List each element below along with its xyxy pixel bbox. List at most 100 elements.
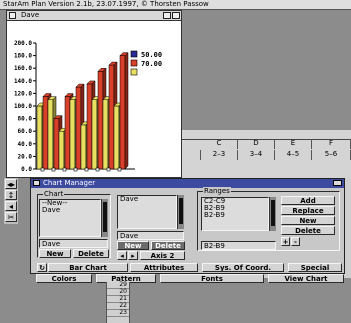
scroll-knob[interactable] bbox=[103, 202, 107, 232]
bar bbox=[102, 99, 109, 170]
bar bbox=[69, 99, 76, 170]
colors-button[interactable]: Colors bbox=[36, 274, 92, 283]
ranges-list-scrollbar[interactable] bbox=[269, 197, 276, 231]
legend-swatch bbox=[130, 68, 138, 76]
sheet-col-letter: C bbox=[201, 139, 238, 149]
sheet-col-header: 5–6 bbox=[312, 150, 351, 160]
sys-coord-button[interactable]: Sys. Of Coord. bbox=[202, 263, 284, 272]
sheet-col-header: 3–4 bbox=[238, 150, 275, 160]
y-tick-label: 180.0 bbox=[14, 53, 32, 60]
close-icon[interactable] bbox=[33, 180, 40, 186]
sheet-col-header: 2–3 bbox=[201, 150, 238, 160]
depth-icon[interactable] bbox=[172, 12, 180, 19]
bar bbox=[64, 96, 71, 170]
ranges-list[interactable]: C2-C9 B2-B9 B2-B9 bbox=[201, 197, 269, 231]
bar bbox=[97, 71, 104, 170]
y-tick-label: 0.0 bbox=[21, 166, 32, 173]
range-field[interactable]: B2-B9 bbox=[201, 241, 276, 250]
minus-button[interactable]: - bbox=[291, 237, 300, 246]
y-tick-label: 160.0 bbox=[14, 65, 32, 72]
zoom-icon[interactable] bbox=[163, 12, 171, 19]
sheet-col-letter: F bbox=[312, 139, 351, 149]
x-marker bbox=[117, 167, 122, 172]
y-tick-label: 120.0 bbox=[14, 90, 32, 97]
bar bbox=[53, 118, 60, 170]
row-number: 23 bbox=[107, 310, 129, 317]
side-toolbar: ◂▸ ↕ ◂ ✂ bbox=[4, 178, 18, 224]
y-tick-label: 80.0 bbox=[18, 116, 33, 123]
list-item[interactable]: Dave bbox=[118, 196, 176, 203]
tool-button[interactable]: ↕ bbox=[5, 190, 17, 200]
chart-list[interactable]: --New-- Dave bbox=[39, 199, 101, 237]
fonts-button[interactable]: Fonts bbox=[160, 274, 264, 283]
chart-manager-window: Chart Manager Chart --New-- Dave Dave Ne… bbox=[30, 178, 345, 274]
close-icon[interactable] bbox=[9, 12, 16, 19]
axis-name-field[interactable]: Dave bbox=[117, 231, 184, 240]
plus-button[interactable]: + bbox=[281, 237, 290, 246]
row-number-column: 29 20 21 22 23 bbox=[106, 282, 130, 323]
axis-cycle-icon[interactable]: ◂ bbox=[117, 251, 127, 260]
y-tick-label: 40.0 bbox=[18, 141, 33, 148]
chart-manager-title[interactable]: Chart Manager bbox=[31, 179, 344, 188]
list-item[interactable]: Dave bbox=[40, 207, 100, 214]
bar bbox=[119, 55, 126, 170]
chart-window-title: Dave bbox=[21, 11, 40, 19]
bar bbox=[36, 105, 43, 170]
chart-window-titlebar[interactable]: Dave bbox=[7, 11, 181, 21]
axis-cycle-icon[interactable]: ▸ bbox=[128, 251, 138, 260]
ranges-delete-button[interactable]: Delete bbox=[281, 226, 335, 235]
cycle-icon[interactable]: ↻ bbox=[37, 263, 47, 272]
legend-swatch bbox=[130, 59, 138, 67]
y-tick-label: 100.0 bbox=[14, 103, 32, 110]
bar bbox=[108, 64, 115, 170]
chart-type-selector[interactable]: Bar Chart bbox=[48, 263, 128, 272]
special-button[interactable]: Special bbox=[288, 263, 342, 272]
bar-chart: 200.0 180.0 160.0 140.0 120.0 100.0 80.0 60.0 40… bbox=[14, 40, 162, 173]
scroll-knob[interactable] bbox=[179, 198, 183, 224]
bar bbox=[113, 105, 120, 170]
axis-list[interactable]: Dave bbox=[117, 195, 177, 229]
chart-name-field[interactable]: Dave bbox=[39, 239, 108, 248]
add-button[interactable]: Add bbox=[281, 196, 335, 205]
sheet-col-letter: E bbox=[275, 139, 312, 149]
ranges-new-button[interactable]: New bbox=[281, 216, 335, 225]
x-marker bbox=[95, 167, 100, 172]
bar bbox=[47, 99, 54, 170]
tool-button[interactable]: ◂▸ bbox=[5, 179, 17, 189]
ranges-frame-label: Ranges bbox=[203, 187, 231, 195]
x-marker bbox=[51, 167, 56, 172]
x-marker bbox=[40, 167, 45, 172]
sheet-col-header bbox=[181, 150, 201, 160]
new-button[interactable]: New bbox=[39, 249, 71, 258]
bar bbox=[75, 86, 82, 170]
legend-swatch bbox=[130, 50, 138, 58]
bar bbox=[86, 83, 93, 170]
x-marker bbox=[73, 167, 78, 172]
axis-selector[interactable]: Axis 2 bbox=[140, 251, 185, 260]
chart-list-scrollbar[interactable] bbox=[101, 199, 108, 237]
tool-button[interactable]: ✂ bbox=[5, 212, 17, 222]
axis-delete-button[interactable]: Delete bbox=[151, 241, 185, 250]
axis-new-button[interactable]: New bbox=[117, 241, 149, 250]
x-marker bbox=[84, 167, 89, 172]
depth-icon[interactable] bbox=[333, 180, 342, 186]
screen-title-bar: StarAm Plan Version 2.1b, 23.07.1997, © … bbox=[0, 0, 351, 10]
scroll-knob[interactable] bbox=[271, 200, 275, 226]
chart-frame-label: Chart bbox=[43, 190, 65, 198]
attributes-button[interactable]: Attributes bbox=[130, 263, 198, 272]
legend-label: 50.00 bbox=[141, 51, 162, 59]
chart-window: Dave 200.0 180.0 160.0 140.0 120.0 100.0 80.0 6… bbox=[6, 10, 182, 178]
bar bbox=[58, 130, 65, 170]
bar-side bbox=[124, 51, 129, 170]
bar bbox=[91, 99, 98, 170]
delete-button[interactable]: Delete bbox=[73, 249, 109, 258]
view-chart-button[interactable]: View Chart bbox=[268, 274, 344, 283]
spreadsheet: 2–3 3–4 4–5 5–6 C D E F bbox=[181, 130, 351, 178]
bar bbox=[80, 124, 87, 170]
replace-button[interactable]: Replace bbox=[281, 206, 335, 215]
tool-button[interactable]: ◂ bbox=[5, 201, 17, 211]
y-tick-label: 20.0 bbox=[18, 153, 33, 160]
y-tick-label: 60.0 bbox=[18, 128, 33, 135]
axis-list-scrollbar[interactable] bbox=[177, 195, 184, 229]
list-item[interactable]: B2-B9 bbox=[202, 212, 268, 219]
